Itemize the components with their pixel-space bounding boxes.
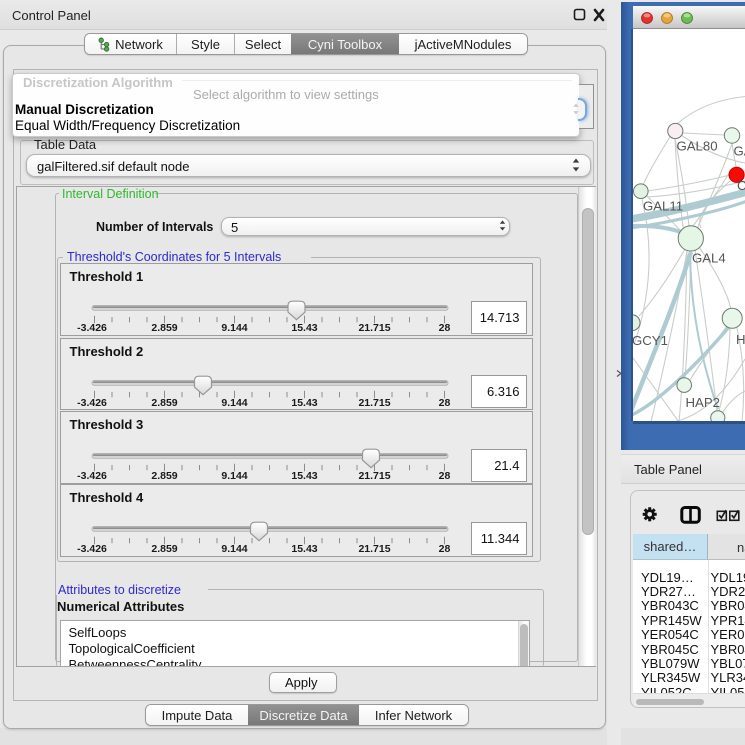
svg-text:GAL80: GAL80 <box>677 138 718 153</box>
svg-text:21.715: 21.715 <box>358 322 390 334</box>
svg-text:9.144: 9.144 <box>221 322 247 334</box>
svg-text:H: H <box>736 332 745 347</box>
svg-text:21.715: 21.715 <box>358 470 390 482</box>
svg-text:-3.426: -3.426 <box>77 543 107 555</box>
svg-text:GAL11: GAL11 <box>643 198 683 213</box>
svg-text:15.43: 15.43 <box>291 470 317 482</box>
svg-text:9.144: 9.144 <box>221 397 247 409</box>
svg-text:28: 28 <box>438 470 450 482</box>
svg-text:2.859: 2.859 <box>151 322 177 334</box>
svg-text:C: C <box>737 178 745 193</box>
svg-text:15.43: 15.43 <box>291 322 317 334</box>
svg-text:-3.426: -3.426 <box>77 397 107 409</box>
svg-text:-3.426: -3.426 <box>77 322 107 334</box>
svg-text:2.859: 2.859 <box>151 397 177 409</box>
svg-text:9.144: 9.144 <box>221 470 247 482</box>
svg-text:15.43: 15.43 <box>291 543 317 555</box>
svg-text:GCY1: GCY1 <box>633 333 668 348</box>
svg-text:9.144: 9.144 <box>221 543 247 555</box>
svg-text:GA: GA <box>734 143 745 158</box>
svg-text:2.859: 2.859 <box>151 470 177 482</box>
svg-text:-3.426: -3.426 <box>77 470 107 482</box>
svg-text:21.715: 21.715 <box>358 543 390 555</box>
svg-text:28: 28 <box>438 322 450 334</box>
svg-text:2.859: 2.859 <box>151 543 177 555</box>
svg-text:28: 28 <box>438 397 450 409</box>
svg-text:15.43: 15.43 <box>291 397 317 409</box>
svg-text:21.715: 21.715 <box>358 397 390 409</box>
svg-text:28: 28 <box>438 543 450 555</box>
svg-text:HAP2: HAP2 <box>686 395 720 410</box>
svg-text:GAL4: GAL4 <box>692 250 726 265</box>
